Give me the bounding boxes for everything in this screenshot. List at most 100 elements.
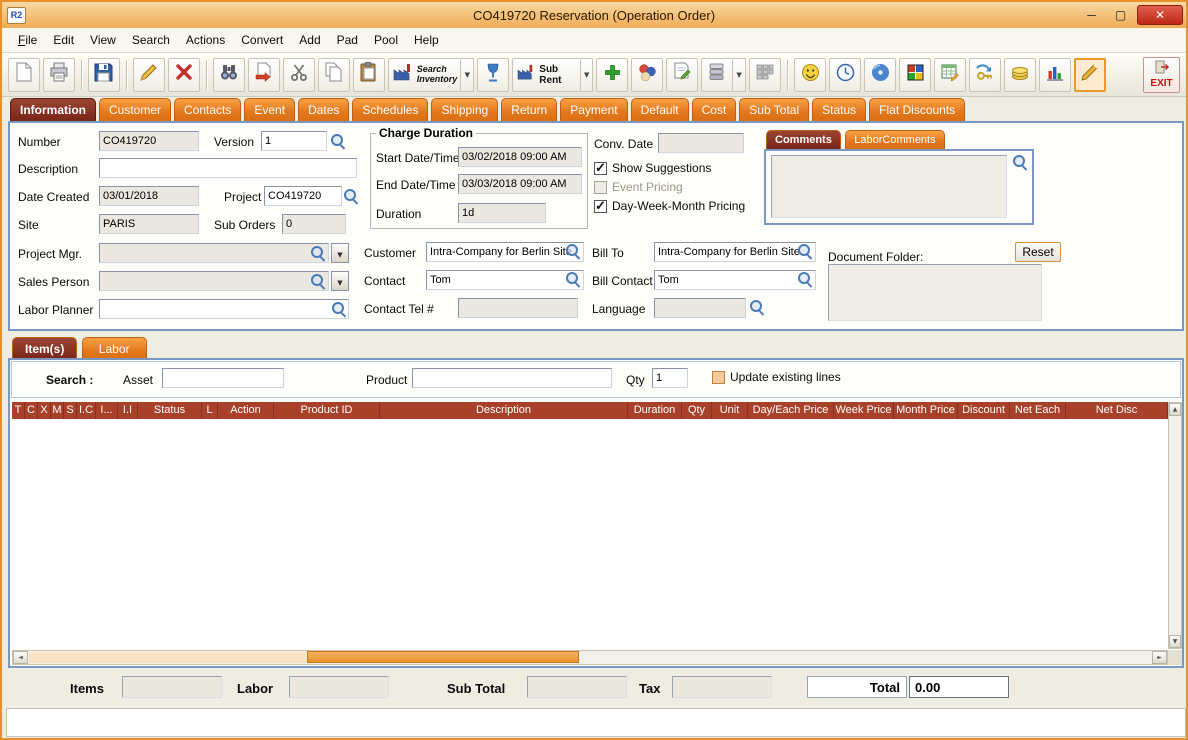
menu-actions[interactable]: Actions [178, 30, 233, 50]
col-x[interactable]: X [38, 402, 51, 419]
start-datetime-field[interactable] [458, 147, 582, 167]
conv-date-field[interactable] [658, 133, 744, 153]
tab-labor[interactable]: Labor [81, 337, 147, 360]
col-duration[interactable]: Duration [628, 402, 682, 419]
tab-customer[interactable]: Customer [99, 98, 172, 121]
labor-planner-field[interactable] [99, 299, 349, 319]
tab-comments[interactable]: Comments [766, 130, 841, 149]
cut-button[interactable] [282, 57, 315, 92]
cube-button[interactable] [899, 57, 932, 92]
goblet-button[interactable] [477, 57, 510, 92]
search-inventory-dropdown-button[interactable] [461, 57, 475, 92]
qty-field[interactable] [652, 368, 688, 388]
project-mgr-dropdown-button[interactable] [331, 243, 349, 263]
add-line-button[interactable] [596, 57, 629, 92]
calendar-edit-button[interactable] [934, 57, 967, 92]
reset-button[interactable]: Reset [1015, 242, 1061, 262]
menu-convert[interactable]: Convert [233, 30, 291, 50]
col-action[interactable]: Action [218, 402, 274, 419]
wand-button[interactable] [1074, 57, 1107, 92]
scroll-down-button[interactable]: ▼ [1169, 635, 1181, 648]
tab-schedules[interactable]: Schedules [352, 98, 429, 121]
scroll-left-button[interactable]: ◄ [13, 651, 28, 664]
horizontal-scroll-thumb[interactable] [307, 651, 579, 663]
comments-search-icon[interactable] [1012, 154, 1028, 170]
site-field[interactable] [99, 214, 199, 234]
tab-dates[interactable]: Dates [298, 98, 350, 121]
chart-button[interactable] [1039, 57, 1072, 92]
col-t[interactable]: T [12, 402, 25, 419]
language-field[interactable] [654, 298, 746, 318]
col-net-disc[interactable]: Net Disc [1066, 402, 1168, 419]
col-ic[interactable]: I.C [77, 402, 96, 419]
clock-button[interactable] [829, 57, 862, 92]
tab-labor-comments[interactable]: LaborComments [845, 130, 945, 149]
project-mgr-field[interactable] [99, 243, 329, 263]
col-description[interactable]: Description [380, 402, 628, 419]
customer-search-icon[interactable] [565, 243, 581, 259]
col-month-price[interactable]: Month Price [894, 402, 958, 419]
comments-textarea[interactable] [771, 155, 1007, 218]
sub-rent-dropdown-button[interactable] [581, 57, 594, 92]
tab-items[interactable]: Item(s) [12, 337, 78, 360]
labor-total-field[interactable] [289, 676, 389, 698]
save-button[interactable] [87, 57, 120, 92]
number-field[interactable] [99, 131, 199, 151]
contact-search-icon[interactable] [565, 271, 581, 287]
project-mgr-search-icon[interactable] [310, 245, 326, 261]
bill-contact-field[interactable] [654, 270, 816, 290]
col-s[interactable]: S [64, 402, 77, 419]
bill-to-search-icon[interactable] [797, 243, 813, 259]
tab-flat-discounts[interactable]: Flat Discounts [869, 98, 966, 121]
tax-field[interactable] [672, 676, 772, 698]
tab-cost[interactable]: Cost [691, 98, 737, 121]
sub-orders-field[interactable] [282, 214, 346, 234]
description-field[interactable] [99, 158, 357, 178]
contact-tel-field[interactable] [458, 298, 578, 318]
print-button[interactable] [43, 57, 75, 92]
new-document-button[interactable] [8, 57, 40, 92]
col-day-each-price[interactable]: Day/Each Price [748, 402, 834, 419]
tab-payment[interactable]: Payment [560, 98, 628, 121]
col-ii[interactable]: I.I [118, 402, 138, 419]
pool-balls-button[interactable] [631, 57, 664, 92]
menu-edit[interactable]: Edit [45, 30, 82, 50]
menu-pool[interactable]: Pool [366, 30, 406, 50]
sales-person-search-icon[interactable] [310, 273, 326, 289]
col-qty[interactable]: Qty [682, 402, 712, 419]
labor-planner-search-icon[interactable] [331, 301, 347, 317]
sub-total-field[interactable] [527, 676, 627, 698]
contact-field[interactable] [426, 270, 584, 290]
event-pricing-checkbox[interactable]: Event Pricing [594, 180, 683, 194]
smiley-button[interactable] [794, 57, 827, 92]
col-status[interactable]: Status [138, 402, 202, 419]
grid-button[interactable] [749, 57, 782, 92]
tab-status[interactable]: Status [812, 98, 867, 121]
col-unit[interactable]: Unit [712, 402, 748, 419]
col-net-each[interactable]: Net Each [1010, 402, 1066, 419]
cards-dropdown-button[interactable] [733, 57, 747, 92]
tab-shipping[interactable]: Shipping [431, 98, 499, 121]
sales-person-field[interactable] [99, 271, 329, 291]
col-discount[interactable]: Discount [958, 402, 1010, 419]
menu-add[interactable]: Add [291, 30, 328, 50]
paste-button[interactable] [352, 57, 385, 92]
menu-view[interactable]: View [82, 30, 124, 50]
col-product-id[interactable]: Product ID [274, 402, 380, 419]
menu-help[interactable]: Help [406, 30, 447, 50]
document-folder-box[interactable] [828, 264, 1042, 321]
delete-button[interactable] [167, 57, 200, 92]
sales-person-dropdown-button[interactable] [331, 271, 349, 291]
items-total-field[interactable] [122, 676, 222, 698]
bill-to-field[interactable] [654, 242, 816, 262]
version-field[interactable] [261, 131, 327, 151]
menu-search[interactable]: Search [124, 30, 178, 50]
product-field[interactable] [412, 368, 612, 388]
col-i1[interactable]: I... [96, 402, 118, 419]
notes-button[interactable] [666, 57, 699, 92]
tab-sub-total[interactable]: Sub Total [739, 98, 810, 121]
convert-document-button[interactable] [247, 57, 280, 92]
scrollbar-page-region[interactable] [29, 652, 307, 663]
col-week-price[interactable]: Week Price [834, 402, 894, 419]
language-search-icon[interactable] [749, 299, 765, 315]
